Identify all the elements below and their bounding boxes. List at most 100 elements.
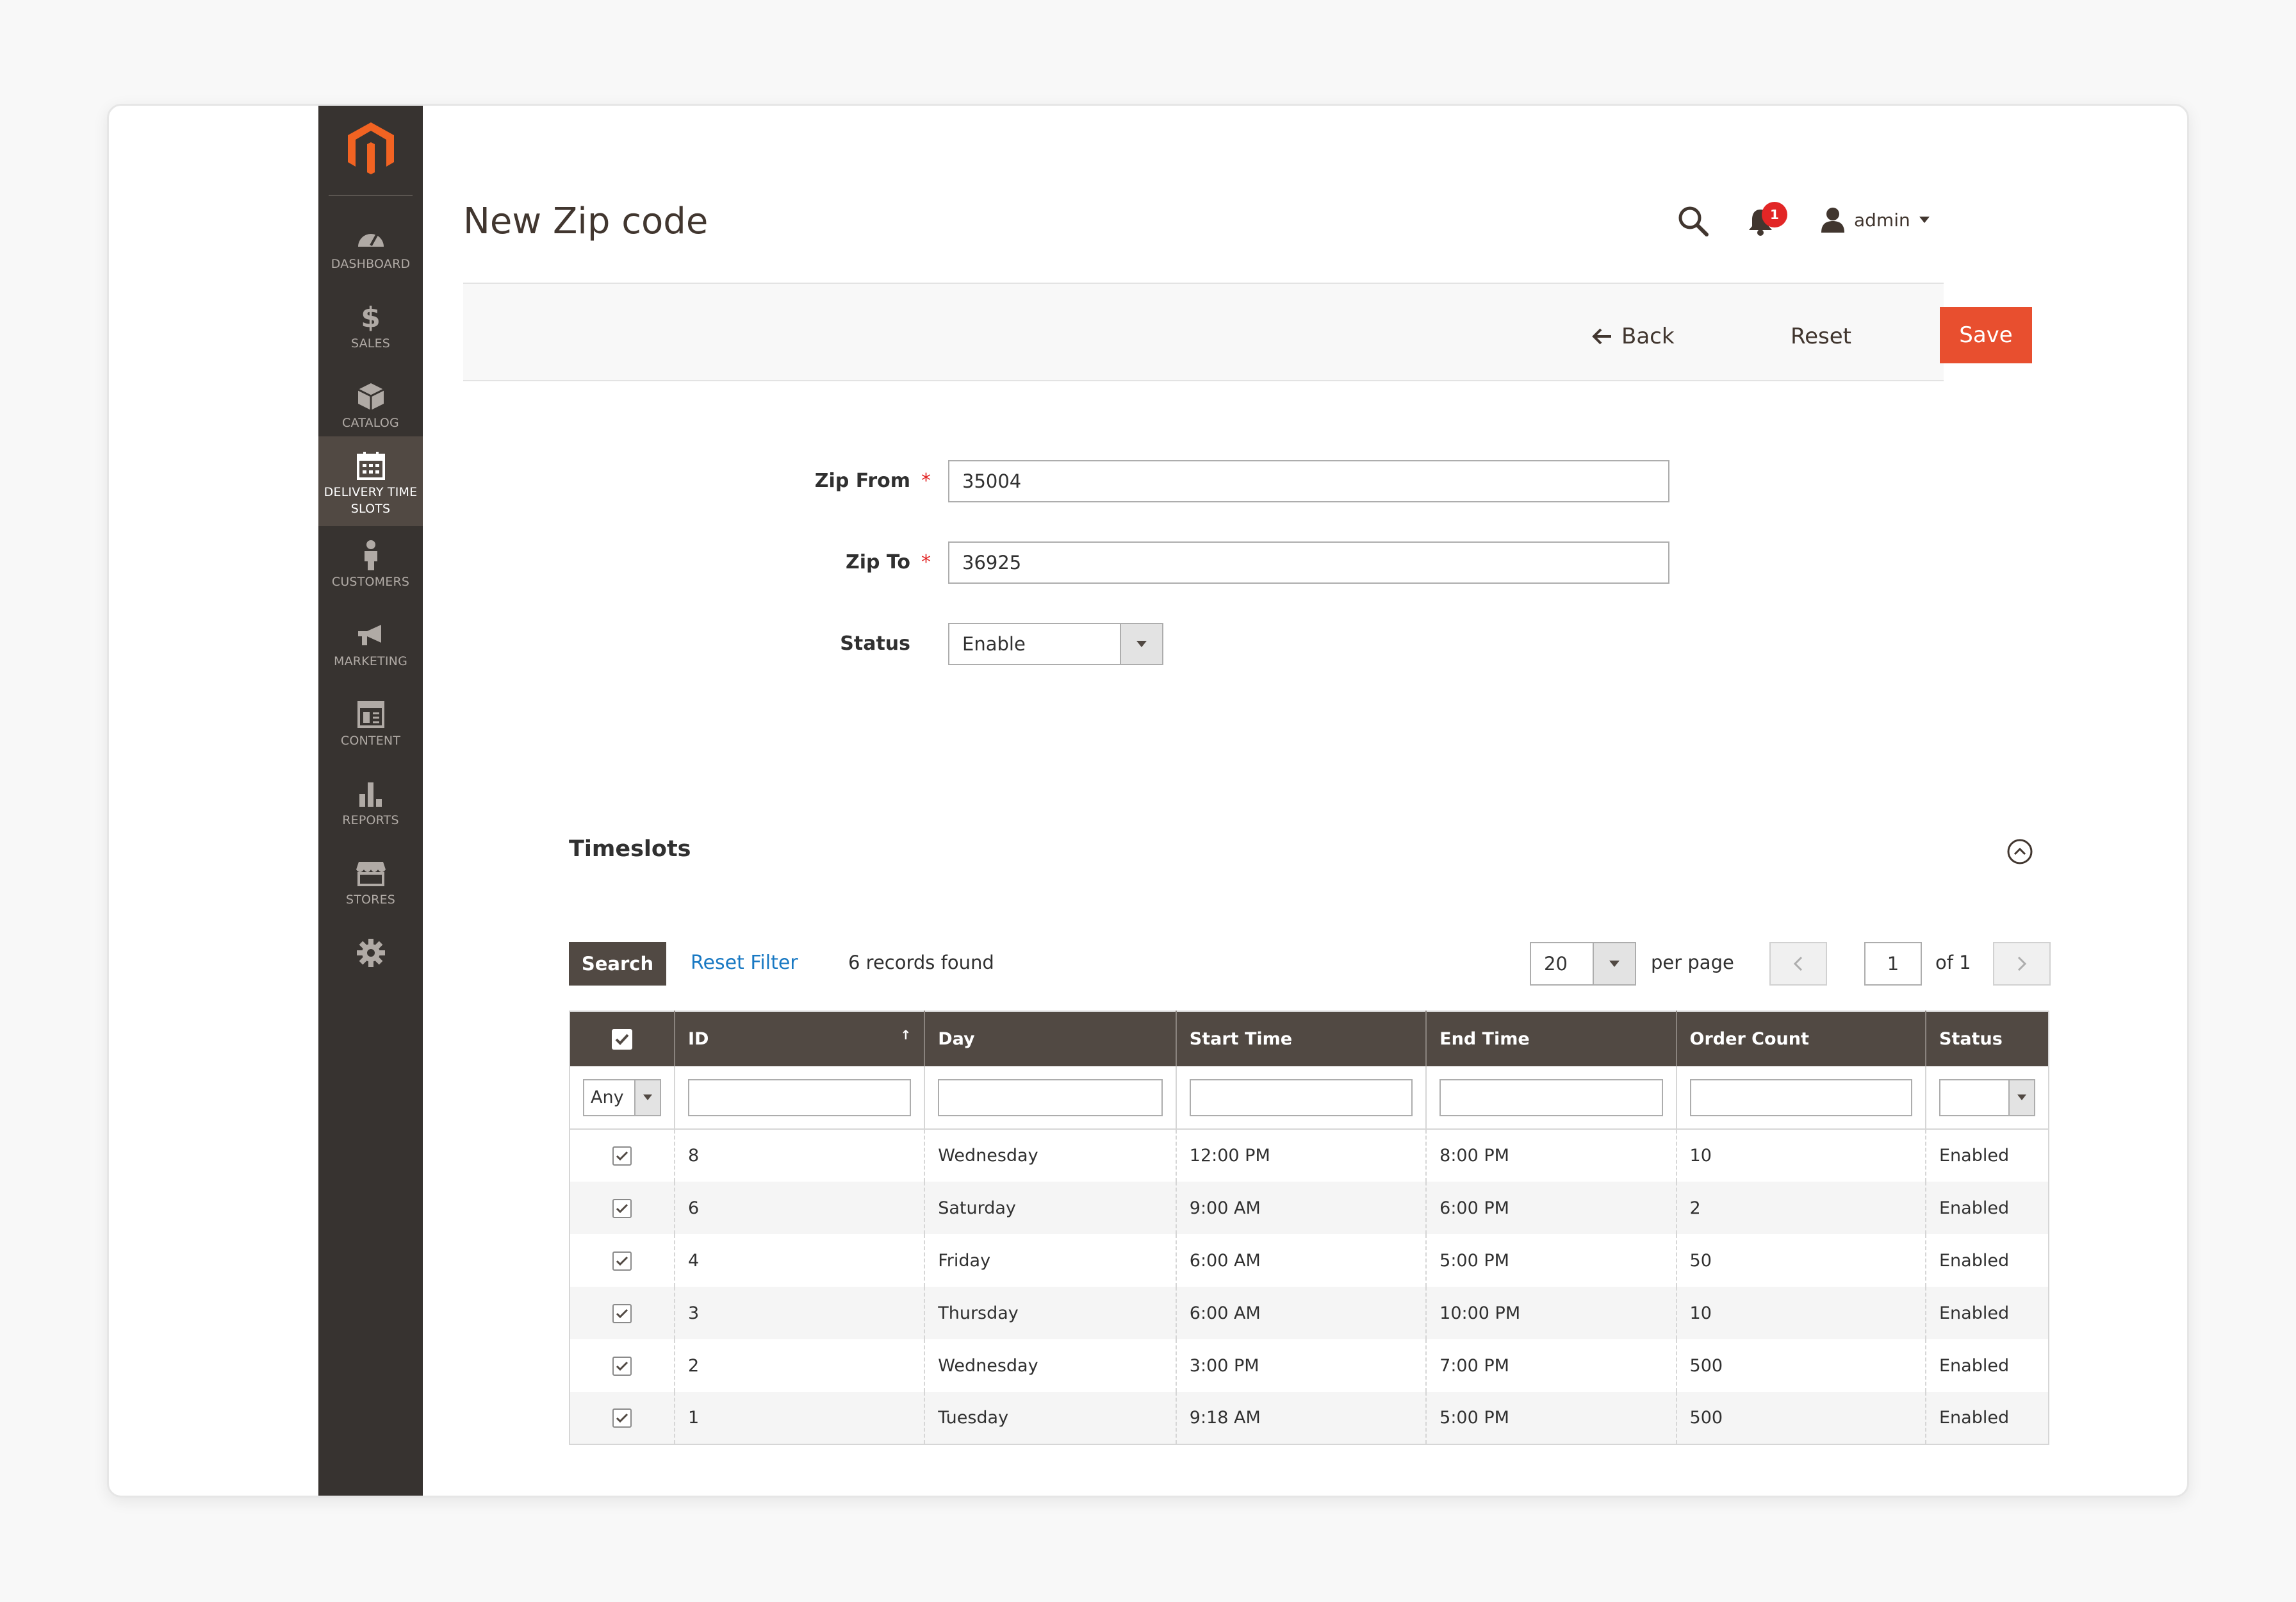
- table-row[interactable]: 2 Wednesday 3:00 PM 7:00 PM 500 Enabled: [570, 1339, 2049, 1392]
- select-filter-dropdown[interactable]: Any: [583, 1078, 661, 1116]
- column-header-id[interactable]: ID ↑: [674, 1011, 926, 1066]
- sidebar-item-label: CUSTOMERS: [331, 575, 410, 589]
- layout-icon: [357, 697, 385, 732]
- prev-page-button[interactable]: [1769, 942, 1827, 986]
- id-cell: 6: [674, 1182, 926, 1234]
- reset-button[interactable]: Reset: [1791, 317, 1851, 356]
- sidebar-item-content[interactable]: CONTENT: [318, 685, 423, 772]
- reset-filter-link[interactable]: Reset Filter: [691, 952, 798, 974]
- row-checkbox[interactable]: [612, 1356, 632, 1376]
- end-time-cell: 5:00 PM: [1426, 1392, 1677, 1444]
- row-checkbox[interactable]: [612, 1198, 632, 1218]
- sidebar-item-stores[interactable]: STORES: [318, 844, 423, 931]
- dropdown-arrow-icon: [634, 1080, 660, 1115]
- end-time-filter-input[interactable]: [1439, 1078, 1663, 1116]
- id-cell: 1: [674, 1392, 926, 1444]
- day-cell: Wednesday: [924, 1129, 1177, 1182]
- checkbox-checked-icon[interactable]: [611, 1028, 632, 1050]
- records-found-count: 6 records found: [848, 952, 994, 973]
- sidebar-divider: [329, 195, 413, 196]
- sidebar-item-marketing[interactable]: MARKETING: [318, 606, 423, 693]
- table-row[interactable]: 3 Thursday 6:00 AM 10:00 PM 10 Enabled: [570, 1287, 2049, 1339]
- chevron-left-icon: [1793, 956, 1803, 971]
- sidebar-item-delivery-time-slots[interactable]: DELIVERY TIME SLOTS: [318, 436, 423, 526]
- page-actions-bar: [463, 283, 1944, 381]
- column-header-label: End Time: [1439, 1029, 1530, 1049]
- start-time-cell: 12:00 PM: [1176, 1129, 1427, 1182]
- page-number-input[interactable]: 1: [1864, 942, 1922, 986]
- column-header-end-time[interactable]: End Time: [1426, 1011, 1677, 1066]
- end-time-cell: 10:00 PM: [1426, 1287, 1677, 1339]
- status-cell: Enabled: [1926, 1234, 2049, 1287]
- row-select-cell: [570, 1339, 675, 1392]
- row-checkbox[interactable]: [612, 1251, 632, 1271]
- search-icon[interactable]: [1677, 205, 1709, 240]
- select-all-header[interactable]: [570, 1011, 675, 1066]
- status-filter-value: [1940, 1080, 2008, 1115]
- page-total: of 1: [1935, 952, 1971, 973]
- column-header-day[interactable]: Day: [924, 1011, 1177, 1066]
- notification-count-badge: 1: [1762, 202, 1787, 227]
- grid-search-button[interactable]: Search: [569, 942, 666, 986]
- collapse-chevron-icon[interactable]: [2006, 838, 2033, 868]
- sidebar-item-reports[interactable]: REPORTS: [318, 764, 423, 852]
- row-checkbox[interactable]: [612, 1146, 632, 1166]
- table-row[interactable]: 6 Saturday 9:00 AM 6:00 PM 2 Enabled: [570, 1182, 2049, 1234]
- id-filter-input[interactable]: [687, 1078, 912, 1116]
- status-label: Status: [840, 632, 910, 655]
- status-filter-dropdown[interactable]: [1939, 1078, 2035, 1116]
- start-time-cell: 9:00 AM: [1176, 1182, 1427, 1234]
- user-name: admin: [1854, 209, 1910, 231]
- back-button[interactable]: Back: [1592, 317, 1675, 356]
- per-page-value: 20: [1544, 953, 1568, 975]
- status-cell: Enabled: [1926, 1392, 2049, 1444]
- status-select[interactable]: Enable: [948, 623, 1163, 665]
- end-time-cell: 7:00 PM: [1426, 1339, 1677, 1392]
- table-row[interactable]: 4 Friday 6:00 AM 5:00 PM 50 Enabled: [570, 1234, 2049, 1287]
- app-window: DASHBOARD $ SALES CATALOG DELIVERY TIME …: [107, 104, 2189, 1498]
- column-header-order-count[interactable]: Order Count: [1676, 1011, 1927, 1066]
- id-cell: 4: [674, 1234, 926, 1287]
- user-icon: [1821, 208, 1844, 233]
- user-menu[interactable]: admin: [1821, 207, 1930, 233]
- sidebar-item-sales[interactable]: $ SALES: [318, 288, 423, 375]
- row-checkbox[interactable]: [612, 1408, 632, 1428]
- sidebar-item-system[interactable]: [318, 923, 423, 981]
- filter-cell: [1426, 1066, 1677, 1130]
- sidebar-item-label: DASHBOARD: [331, 257, 411, 271]
- admin-sidebar: DASHBOARD $ SALES CATALOG DELIVERY TIME …: [318, 106, 423, 1496]
- column-header-status[interactable]: Status: [1926, 1011, 2049, 1066]
- dollar-icon: $: [361, 301, 381, 334]
- sidebar-item-customers[interactable]: CUSTOMERS: [318, 526, 423, 613]
- zip-from-input[interactable]: [948, 460, 1669, 502]
- per-page-select[interactable]: 20: [1530, 942, 1636, 986]
- filter-cell: [1676, 1066, 1927, 1130]
- order-count-filter-input[interactable]: [1689, 1078, 1912, 1116]
- megaphone-icon: [356, 617, 386, 653]
- id-cell: 2: [674, 1339, 926, 1392]
- select-filter-value: Any: [591, 1087, 624, 1107]
- magento-logo-icon[interactable]: [318, 121, 423, 178]
- save-button[interactable]: Save: [1940, 307, 2032, 363]
- table-row[interactable]: 1 Tuesday 9:18 AM 5:00 PM 500 Enabled: [570, 1392, 2049, 1444]
- sidebar-item-label: STORES: [345, 893, 396, 907]
- start-time-filter-input[interactable]: [1189, 1078, 1413, 1116]
- sidebar-item-label: CONTENT: [340, 734, 401, 748]
- start-time-cell: 6:00 AM: [1176, 1234, 1427, 1287]
- sidebar-item-dashboard[interactable]: DASHBOARD: [318, 208, 423, 295]
- row-checkbox[interactable]: [612, 1303, 632, 1323]
- zip-to-input[interactable]: [948, 541, 1669, 584]
- row-select-cell: [570, 1234, 675, 1287]
- day-cell: Friday: [924, 1234, 1177, 1287]
- column-header-start-time[interactable]: Start Time: [1176, 1011, 1427, 1066]
- status-cell: Enabled: [1926, 1182, 2049, 1234]
- dropdown-arrow-icon: [1593, 943, 1635, 984]
- status-cell: Enabled: [1926, 1287, 2049, 1339]
- next-page-button[interactable]: [1993, 942, 2051, 986]
- table-row[interactable]: 8 Wednesday 12:00 PM 8:00 PM 10 Enabled: [570, 1129, 2049, 1182]
- caret-down-icon: [1919, 217, 1930, 223]
- sidebar-item-label-line2: SLOTS: [350, 502, 391, 516]
- day-filter-input[interactable]: [938, 1078, 1163, 1116]
- page-title: New Zip code: [463, 201, 709, 242]
- store-icon: [355, 855, 387, 891]
